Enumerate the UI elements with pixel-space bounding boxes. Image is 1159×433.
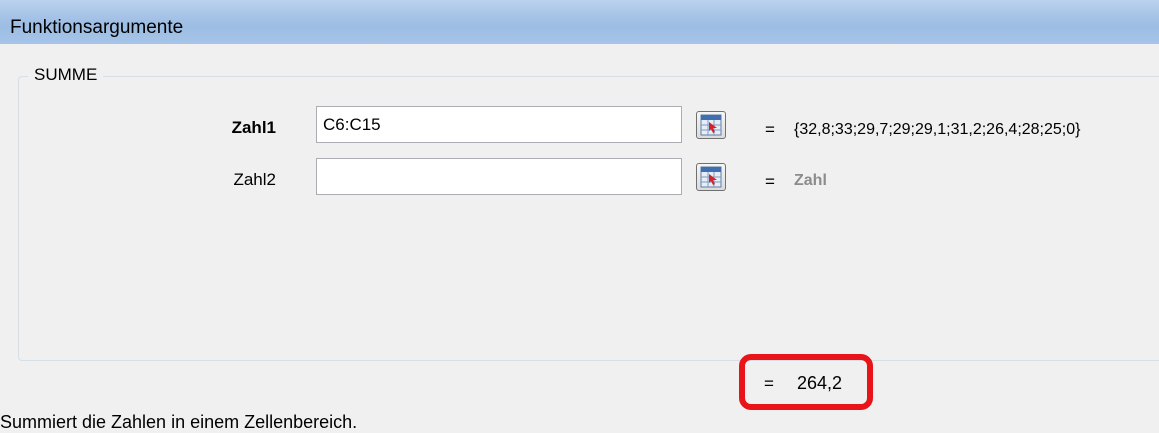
range-select-icon (700, 114, 722, 136)
dialog-body: SUMME Zahl1 = {32,8;33;29,7;29;29,1;31,2… (0, 44, 1159, 432)
function-name: SUMME (28, 65, 104, 85)
formula-result: 264,2 (797, 373, 843, 393)
result-equals: = (764, 374, 774, 393)
arg1-label: Zahl1 (231, 118, 276, 137)
arg2-equals: = (765, 172, 775, 191)
range-select-icon (700, 166, 722, 188)
arg2-value-preview: Zahl (794, 172, 827, 189)
arg1-collapse-button[interactable] (696, 111, 726, 139)
arg2-label: Zahl2 (233, 170, 276, 189)
arg2-collapse-button[interactable] (696, 163, 726, 191)
arg2-input[interactable] (316, 158, 682, 195)
arg1-value-preview: {32,8;33;29,7;29;29,1;31,2;26,4;28;25;0} (794, 121, 1081, 138)
dialog-title: Funktionsargumente (10, 17, 184, 38)
dialog-titlebar[interactable]: Funktionsargumente (0, 0, 1159, 44)
arg1-equals: = (765, 120, 775, 139)
arg1-input[interactable] (316, 106, 682, 143)
